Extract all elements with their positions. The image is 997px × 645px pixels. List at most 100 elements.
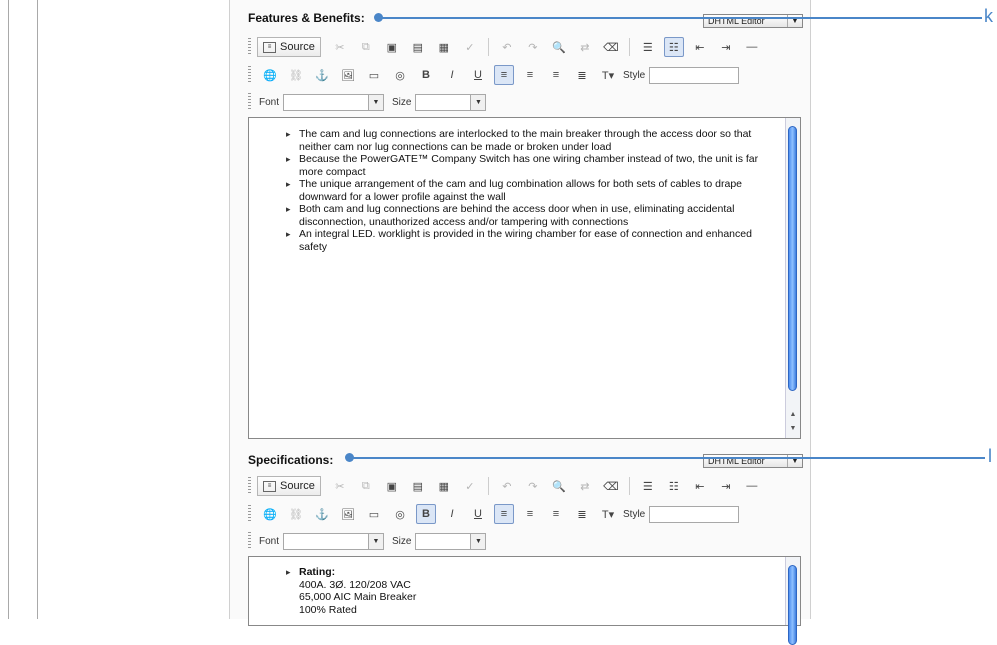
scrollbar-thumb[interactable]	[788, 126, 797, 391]
image-icon[interactable]: 🖼	[338, 504, 358, 524]
copy-icon[interactable]: ⧉	[356, 476, 376, 496]
cut-icon[interactable]: ✂	[330, 476, 350, 496]
redo-icon[interactable]: ↷	[523, 37, 543, 57]
horizontal-rule-icon[interactable]: ―	[742, 37, 762, 57]
link-icon[interactable]: 🌐	[260, 504, 280, 524]
specs-editor-area[interactable]: Rating: 400A. 3Ø. 120/208 VAC 65,000 AIC…	[248, 556, 801, 645]
align-left-icon[interactable]: ≡	[494, 65, 514, 85]
copy-icon[interactable]: ⧉	[356, 37, 376, 57]
specs-scrollbar[interactable]	[785, 557, 800, 645]
paste-text-icon[interactable]: ▤	[408, 37, 428, 57]
paste-word-icon[interactable]: ▦	[434, 37, 454, 57]
unlink-icon[interactable]: ⛓	[286, 65, 306, 85]
source-button[interactable]: ≡ Source	[257, 37, 321, 57]
style-select[interactable]	[649, 505, 740, 523]
spec-line: 65,000 AIC Main Breaker	[299, 591, 417, 603]
source-label: Source	[280, 480, 315, 492]
font-select[interactable]	[283, 93, 370, 111]
underline-icon[interactable]: U	[468, 65, 488, 85]
horizontal-rule-icon[interactable]: ―	[742, 476, 762, 496]
bold-icon[interactable]: B	[416, 65, 436, 85]
specs-list: Rating: 400A. 3Ø. 120/208 VAC 65,000 AIC…	[249, 557, 800, 616]
table-icon[interactable]: ▭	[364, 65, 384, 85]
align-center-icon[interactable]: ≡	[520, 65, 540, 85]
flash-icon[interactable]: ◎	[390, 504, 410, 524]
size-select[interactable]	[415, 532, 472, 550]
toolbar-grip[interactable]	[248, 66, 251, 84]
toolbar-grip[interactable]	[248, 93, 251, 111]
align-right-icon[interactable]: ≡	[546, 504, 566, 524]
specs-toolbar-row-3: Font ▼ Size ▼	[248, 529, 487, 553]
specs-toolbar-row-2: 🌐 ⛓ ⚓ 🖼 ▭ ◎ B I U ≡ ≡ ≡ ≣ T▾ Style	[248, 502, 740, 526]
text-color-icon[interactable]: T▾	[598, 504, 618, 524]
paste-text-icon[interactable]: ▤	[408, 476, 428, 496]
toolbar-grip[interactable]	[248, 505, 251, 523]
cut-icon[interactable]: ✂	[330, 37, 350, 57]
list-item: Rating: 400A. 3Ø. 120/208 VAC 65,000 AIC…	[249, 566, 800, 616]
spellcheck-icon[interactable]: ✓	[460, 476, 480, 496]
specs-toolbar-row-1: ≡ Source ✂ ⧉ ▣ ▤ ▦ ✓ ↶ ↷ 🔍 ⇄ ⌫ ☰ ☷ ⇤ ⇥ ―	[248, 474, 765, 498]
source-icon: ≡	[263, 480, 276, 492]
font-select[interactable]	[283, 532, 370, 550]
numbered-list-icon[interactable]: ☰	[638, 476, 658, 496]
bulleted-list-icon[interactable]: ☷	[663, 37, 684, 57]
align-right-icon[interactable]: ≡	[546, 65, 566, 85]
spellcheck-icon[interactable]: ✓	[460, 37, 480, 57]
anchor-icon[interactable]: ⚓	[312, 504, 332, 524]
undo-icon[interactable]: ↶	[497, 476, 517, 496]
paste-icon[interactable]: ▣	[382, 37, 402, 57]
align-justify-icon[interactable]: ≣	[572, 504, 592, 524]
find-icon[interactable]: 🔍	[549, 476, 569, 496]
replace-icon[interactable]: ⇄	[575, 476, 595, 496]
paste-icon[interactable]: ▣	[382, 476, 402, 496]
image-icon[interactable]: 🖼	[338, 65, 358, 85]
paste-word-icon[interactable]: ▦	[434, 476, 454, 496]
italic-icon[interactable]: I	[442, 504, 462, 524]
align-left-icon[interactable]: ≡	[494, 504, 514, 524]
chevron-down-icon[interactable]: ▼	[369, 532, 385, 550]
indent-icon[interactable]: ⇥	[716, 37, 736, 57]
chevron-down-icon[interactable]: ▼	[471, 532, 487, 550]
remove-format-icon[interactable]: ⌫	[601, 37, 621, 57]
undo-icon[interactable]: ↶	[497, 37, 517, 57]
list-item: The cam and lug connections are interloc…	[249, 128, 800, 153]
outdent-icon[interactable]: ⇤	[690, 476, 710, 496]
specifications-title: Specifications:	[248, 453, 334, 467]
text-color-icon[interactable]: T▾	[598, 65, 618, 85]
align-center-icon[interactable]: ≡	[520, 504, 540, 524]
chevron-down-icon[interactable]: ▼	[369, 93, 385, 111]
outdent-icon[interactable]: ⇤	[690, 37, 710, 57]
toolbar-grip[interactable]	[248, 477, 251, 495]
align-justify-icon[interactable]: ≣	[572, 65, 592, 85]
toolbar-grip[interactable]	[248, 38, 251, 56]
anchor-icon[interactable]: ⚓	[312, 65, 332, 85]
features-editor-area[interactable]: The cam and lug connections are interloc…	[248, 117, 801, 439]
flash-icon[interactable]: ◎	[390, 65, 410, 85]
find-icon[interactable]: 🔍	[549, 37, 569, 57]
scroll-down-arrow[interactable]: ▼	[786, 424, 800, 434]
bold-icon[interactable]: B	[416, 504, 436, 524]
redo-icon[interactable]: ↷	[523, 476, 543, 496]
callout-l-label: l	[988, 446, 992, 466]
link-icon[interactable]: 🌐	[260, 65, 280, 85]
table-icon[interactable]: ▭	[364, 504, 384, 524]
replace-icon[interactable]: ⇄	[575, 37, 595, 57]
features-scrollbar[interactable]: ▲ ▼	[785, 118, 800, 438]
underline-icon[interactable]: U	[468, 504, 488, 524]
remove-format-icon[interactable]: ⌫	[601, 476, 621, 496]
indent-icon[interactable]: ⇥	[716, 476, 736, 496]
toolbar-grip[interactable]	[248, 532, 251, 550]
unlink-icon[interactable]: ⛓	[286, 504, 306, 524]
scrollbar-thumb[interactable]	[788, 565, 797, 645]
italic-icon[interactable]: I	[442, 65, 462, 85]
features-toolbar-row-3: Font ▼ Size ▼	[248, 90, 487, 114]
chevron-down-icon[interactable]: ▼	[471, 93, 487, 111]
toolbar-separator	[628, 477, 630, 495]
numbered-list-icon[interactable]: ☰	[638, 37, 658, 57]
bulleted-list-icon[interactable]: ☷	[664, 476, 684, 496]
scroll-up-arrow[interactable]: ▲	[786, 410, 800, 420]
source-button[interactable]: ≡ Source	[257, 476, 321, 496]
size-select[interactable]	[415, 93, 472, 111]
spec-line: 100% Rated	[299, 603, 357, 616]
style-select[interactable]	[649, 66, 740, 84]
